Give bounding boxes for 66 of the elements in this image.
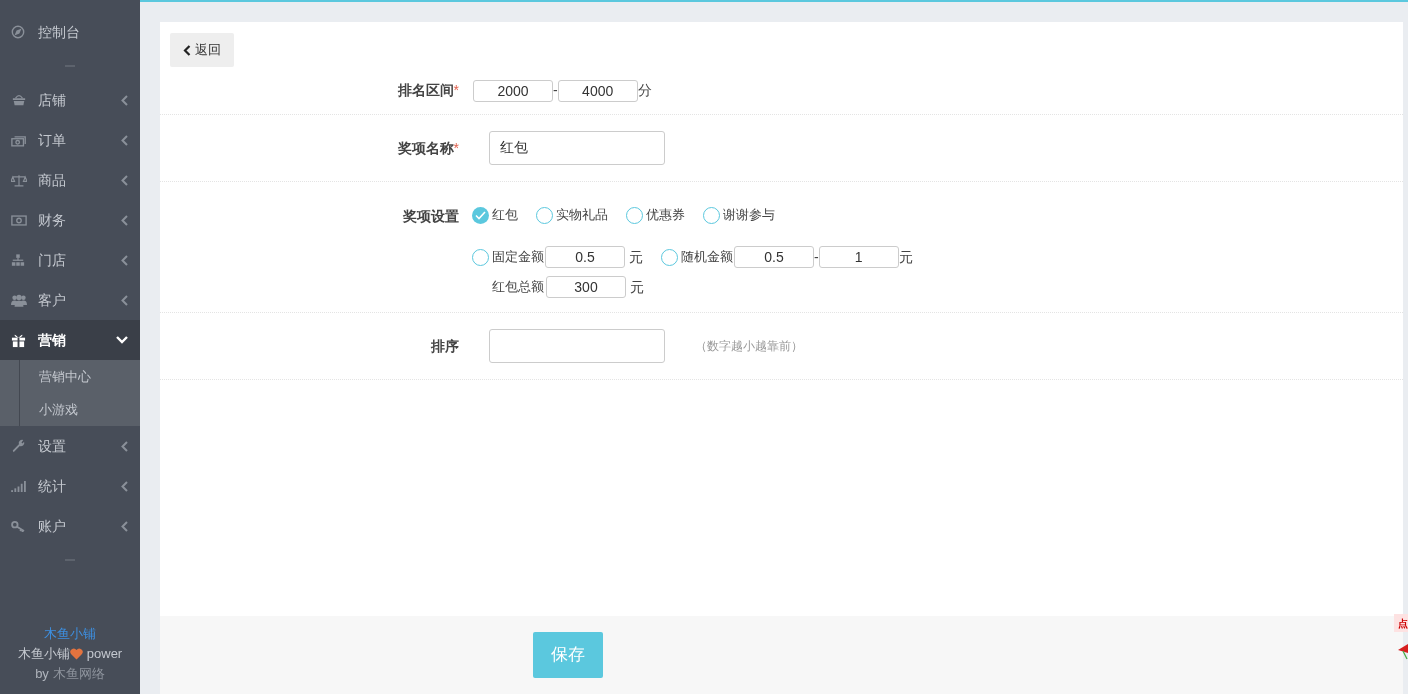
chevron-left-icon (121, 480, 128, 492)
check-icon (475, 210, 486, 220)
unit-text: 元 (630, 277, 644, 297)
float-badge[interactable]: 点 (1394, 614, 1408, 632)
chevron-down-icon (116, 336, 128, 344)
input-field[interactable]: 红包 (489, 131, 665, 165)
field-label: 奖项名称 (397, 138, 454, 158)
sidebar-icon (11, 480, 29, 492)
input-field[interactable]: 1 (818, 246, 899, 268)
chevron-left-icon (121, 174, 128, 186)
input-field[interactable]: 300 (546, 276, 626, 298)
sidebar-item[interactable]: 商品 (0, 160, 140, 200)
sidebar-item[interactable]: 营销 (0, 320, 140, 360)
chevron-left-icon (121, 254, 128, 266)
back-button[interactable]: 返回 (170, 33, 234, 67)
chevron-left-icon (121, 520, 128, 532)
chevron-left-icon (121, 294, 128, 306)
sidebar-item[interactable]: 店铺 (0, 80, 140, 120)
unit-text: 元 (629, 247, 643, 267)
submenu-item[interactable]: 小游戏 (20, 393, 140, 426)
submenu-item[interactable]: 营销中心 (20, 360, 140, 393)
sidebar-icon (11, 173, 29, 187)
sidebar-item[interactable]: 统计 (0, 466, 140, 506)
radio-option[interactable]: 红包 (472, 205, 518, 225)
input-field[interactable]: 4000 (557, 79, 638, 102)
field-label: 红包总额 (492, 278, 544, 297)
hint-text: （数字越小越靠前） (695, 338, 803, 355)
power-text: 木鱼小铺 (17, 645, 70, 663)
sidebar-icon (11, 214, 29, 226)
unit-text: 分 (637, 81, 652, 100)
credit-text: by (35, 665, 49, 683)
input-field[interactable]: 2000 (473, 79, 553, 102)
separator-text: - (553, 81, 558, 100)
unit-text: 元 (898, 247, 913, 267)
flag-icon[interactable] (1398, 644, 1408, 660)
company-link[interactable]: 木鱼网络 (52, 664, 105, 684)
radio-option[interactable]: 谢谢参与 (703, 205, 775, 225)
sidebar-item[interactable]: 账户 (0, 506, 140, 546)
input-field[interactable]: 0.5 (545, 246, 625, 268)
chevron-left-icon (121, 214, 128, 226)
power-text: power (86, 645, 123, 663)
sidebar-item[interactable]: 订单 (0, 120, 140, 160)
radio-option[interactable]: 固定金额 (472, 247, 544, 267)
radio-option[interactable]: 实物礼品 (536, 205, 608, 225)
sidebar-icon (11, 293, 29, 307)
radio-option[interactable]: 优惠券 (626, 205, 685, 225)
field-label: 排名区间 (397, 81, 454, 100)
field-label: 排序 (431, 336, 459, 356)
separator-text: - (814, 247, 819, 267)
sidebar-item[interactable]: 客户 (0, 280, 140, 320)
sidebar-icon (11, 133, 29, 147)
required-mark: * (453, 138, 459, 158)
chevron-left-icon (121, 440, 128, 452)
sidebar-item[interactable]: 控制台 (0, 12, 140, 52)
chevron-left-icon (121, 134, 128, 146)
chevron-left-icon (183, 44, 191, 56)
sidebar-item[interactable]: 设置 (0, 426, 140, 466)
chevron-left-icon (121, 94, 128, 106)
input-field[interactable]: 0.5 (734, 246, 814, 268)
field-label: 奖项设置 (403, 207, 459, 226)
required-mark: * (453, 81, 459, 100)
radio-option[interactable]: 随机金额 (661, 247, 733, 267)
sidebar-item[interactable]: 门店 (0, 240, 140, 280)
sidebar-item[interactable]: 财务 (0, 200, 140, 240)
input-field[interactable] (489, 329, 665, 363)
heart-icon (69, 648, 83, 660)
